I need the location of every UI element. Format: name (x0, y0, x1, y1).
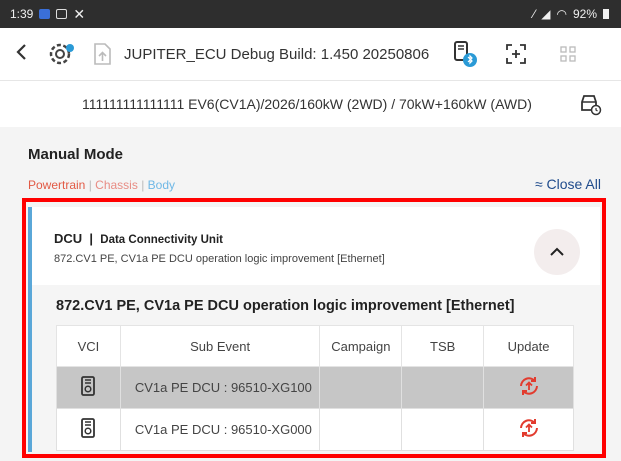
sub-event-cell: CV1a PE DCU : 96510-XG100 (119, 366, 321, 409)
update-button[interactable] (517, 374, 541, 401)
vci-cell (56, 408, 121, 451)
wifi-icon: ◠ (556, 7, 567, 21)
campaign-cell (319, 408, 403, 451)
table-header-row: VCI Sub Event Campaign TSB Update (56, 325, 574, 367)
column-header-sub-event: Sub Event (119, 325, 321, 367)
vci-cell (56, 366, 121, 409)
dcu-heading-separator: | (89, 231, 94, 246)
update-icon (519, 377, 538, 395)
app-toolbar: JUPITER_ECU Debug Build: 1.450 20250806 (0, 28, 621, 80)
campaign-cell (319, 366, 403, 409)
event-title: 872.CV1 PE, CV1a PE DCU operation logic … (56, 298, 515, 314)
status-time: 1:39 (10, 7, 34, 21)
tab-separator: | (88, 178, 92, 192)
dcu-heading: DCU | Data Connectivity Unit (54, 231, 223, 246)
car-settings-icon (581, 95, 602, 116)
tab-chassis[interactable]: Chassis (95, 178, 138, 192)
bluetooth-vci-button[interactable] (449, 39, 479, 69)
message-icon (39, 9, 51, 19)
document-upload-icon (94, 43, 111, 65)
tsb-cell (401, 366, 485, 409)
system-tabs: Powertrain | Chassis | Body (28, 178, 175, 192)
update-icon (519, 419, 538, 437)
dcu-panel-body: 872.CV1 PE, CV1a PE DCU operation logic … (32, 285, 600, 452)
dcu-name: Data Connectivity Unit (100, 234, 223, 246)
close-all-button[interactable]: ≈ Close All (535, 176, 601, 192)
column-header-vci: VCI (56, 325, 121, 367)
signal-icon: ◢ (541, 7, 551, 21)
column-header-campaign: Campaign (319, 325, 403, 367)
screen-capture-button[interactable] (501, 39, 531, 69)
gear-sync-icon (49, 43, 74, 65)
dcu-description: 872.CV1 PE, CV1a PE DCU operation logic … (54, 253, 385, 265)
battery-icon (603, 9, 609, 19)
sub-event-cell: CV1a PE DCU : 96510-XG000 (119, 408, 321, 451)
status-bar: 1:39 ✕ ⁄ ◢ ◠ 92% (0, 0, 621, 28)
table-row[interactable]: CV1a PE DCU : 96510-XG100 (56, 366, 574, 409)
dcu-panel: DCU | Data Connectivity Unit 872.CV1 PE,… (28, 207, 600, 452)
tab-powertrain[interactable]: Powertrain (28, 178, 85, 192)
upload-document-button[interactable] (88, 39, 118, 69)
expand-icon (506, 44, 527, 64)
dcu-code: DCU (54, 231, 83, 246)
column-header-tsb: TSB (401, 325, 485, 367)
sub-event-table: VCI Sub Event Campaign TSB Update CV1a P… (56, 325, 574, 451)
vehicle-info-bar: 111111111111111 EV6(CV1A)/2026/160kW (2W… (0, 80, 621, 128)
update-cell (483, 366, 574, 409)
manual-mode-title: Manual Mode (28, 146, 124, 163)
grid-icon (560, 46, 576, 62)
chevron-up-icon (550, 247, 564, 256)
vci-device-icon (81, 418, 96, 438)
page-title: JUPITER_ECU Debug Build: 1.450 20250806 (124, 45, 430, 63)
vehicle-select-button[interactable] (575, 89, 605, 119)
settings-sync-button[interactable] (46, 39, 76, 69)
close-notification-icon: ✕ (73, 5, 86, 22)
vci-device-icon (81, 376, 96, 396)
update-button[interactable] (517, 416, 541, 443)
vehicle-info: 111111111111111 EV6(CV1A)/2026/160kW (2W… (82, 96, 532, 112)
battery-percent: 92% (572, 7, 597, 21)
back-button[interactable] (0, 41, 42, 67)
vci-bluetooth-icon (454, 41, 478, 67)
mute-icon: ⁄ (533, 7, 536, 21)
column-header-update: Update (483, 325, 574, 367)
tab-body[interactable]: Body (148, 178, 175, 192)
status-right: ⁄ ◢ ◠ 92% (533, 7, 609, 21)
chevron-left-icon (16, 44, 26, 60)
checkbox-icon (56, 9, 68, 19)
tsb-cell (401, 408, 485, 451)
collapse-button[interactable] (534, 229, 580, 275)
table-row[interactable]: CV1a PE DCU : 96510-XG000 (56, 408, 574, 451)
dcu-panel-header[interactable]: DCU | Data Connectivity Unit 872.CV1 PE,… (32, 207, 600, 285)
grid-menu-button[interactable] (553, 39, 583, 69)
tab-separator: | (141, 178, 145, 192)
update-cell (483, 408, 574, 451)
